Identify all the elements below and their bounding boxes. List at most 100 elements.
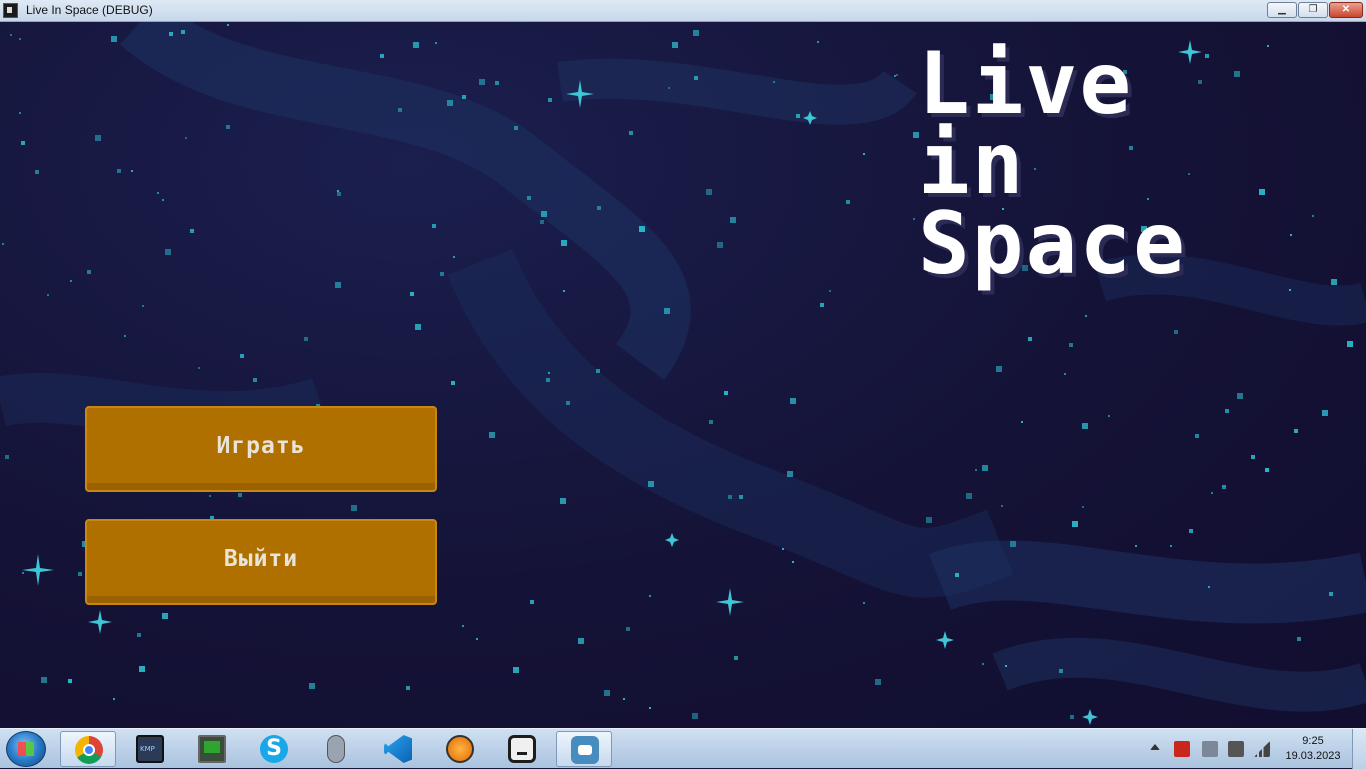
taskbar-item-chrome[interactable] <box>60 731 116 767</box>
star <box>489 432 495 438</box>
star <box>238 493 242 497</box>
star <box>398 108 402 112</box>
star <box>337 192 341 196</box>
app-icon <box>3 3 18 18</box>
star <box>1331 279 1337 285</box>
star <box>1064 373 1066 375</box>
star <box>1322 410 1328 416</box>
star <box>447 100 453 106</box>
star <box>185 137 187 139</box>
star <box>955 573 959 577</box>
taskbar-item-godot[interactable] <box>556 731 612 767</box>
star <box>560 498 566 504</box>
star <box>1195 434 1199 438</box>
star <box>337 190 339 192</box>
star <box>730 217 736 223</box>
star <box>1072 521 1078 527</box>
star <box>181 30 185 34</box>
game-viewport: Live in Space Играть Выйти <box>0 22 1366 728</box>
window-title: Live In Space (DEBUG) <box>26 3 153 17</box>
taskbar-item-system-monitor[interactable] <box>184 731 240 767</box>
star <box>639 226 645 232</box>
taskbar-item-skype[interactable]: S <box>246 731 302 767</box>
star <box>792 561 794 563</box>
star <box>796 114 800 118</box>
network-signal-icon[interactable] <box>1254 741 1270 757</box>
show-desktop-button[interactable] <box>1352 729 1366 769</box>
acrobat-tray-icon[interactable] <box>1174 741 1190 757</box>
star <box>19 38 21 40</box>
star <box>596 369 600 373</box>
game-title-line-1: Live <box>918 34 1134 134</box>
maximize-button[interactable]: ❐ <box>1298 2 1328 18</box>
star <box>432 224 436 228</box>
star <box>41 677 47 683</box>
star <box>111 36 117 42</box>
star <box>87 270 91 274</box>
star <box>863 602 865 604</box>
clock-time: 9:25 <box>1302 735 1324 747</box>
star <box>1211 492 1213 494</box>
taskbar-item-app-square[interactable] <box>494 731 550 767</box>
quit-button[interactable]: Выйти <box>85 519 437 605</box>
sparkle-star <box>1082 709 1098 725</box>
star <box>190 229 194 233</box>
star <box>68 679 72 683</box>
star <box>1170 545 1172 547</box>
taskbar-item-mouse[interactable] <box>308 731 364 767</box>
play-button[interactable]: Играть <box>85 406 437 492</box>
volume-muted-icon[interactable] <box>1202 741 1218 757</box>
star <box>548 372 550 374</box>
star <box>137 633 141 637</box>
star <box>415 324 421 330</box>
star <box>709 420 713 424</box>
star <box>820 303 824 307</box>
star <box>1237 393 1243 399</box>
star <box>1059 669 1063 673</box>
star <box>21 141 25 145</box>
clock[interactable]: 9:25 19.03.2023 <box>1278 734 1348 764</box>
star <box>198 367 200 369</box>
star <box>817 41 819 43</box>
star <box>1251 455 1255 459</box>
chrome-icon <box>75 736 103 764</box>
power-icon[interactable] <box>1228 741 1244 757</box>
star <box>335 282 341 288</box>
star <box>629 131 633 135</box>
mouse-icon <box>327 735 345 763</box>
star <box>1289 289 1291 291</box>
star <box>157 192 159 194</box>
minimize-button[interactable]: ▁ <box>1267 2 1297 18</box>
taskbar-item-vscode[interactable] <box>370 731 426 767</box>
star <box>35 170 39 174</box>
star <box>982 465 988 471</box>
star <box>1294 429 1298 433</box>
close-button[interactable]: ✕ <box>1329 2 1363 18</box>
star <box>894 75 896 77</box>
star <box>162 613 168 619</box>
star <box>648 481 654 487</box>
star <box>240 354 244 358</box>
star <box>5 455 9 459</box>
sparkle-star <box>88 610 112 634</box>
star <box>113 698 115 700</box>
star <box>739 495 743 499</box>
sparkle-star <box>936 631 954 649</box>
star <box>124 335 126 337</box>
star <box>1208 586 1210 588</box>
star <box>95 135 101 141</box>
star <box>1174 330 1178 334</box>
star <box>413 42 419 48</box>
taskbar-item-fl-studio[interactable] <box>432 731 488 767</box>
show-hidden-icons-icon[interactable] <box>1150 744 1160 750</box>
star <box>513 667 519 673</box>
star <box>162 199 164 201</box>
star <box>692 713 698 719</box>
star <box>253 378 257 382</box>
start-button[interactable] <box>6 731 46 767</box>
star <box>863 153 865 155</box>
taskbar-item-kmplayer[interactable] <box>122 731 178 767</box>
star <box>304 337 308 341</box>
game-title-line-2: in <box>918 114 1026 214</box>
star <box>913 218 915 220</box>
